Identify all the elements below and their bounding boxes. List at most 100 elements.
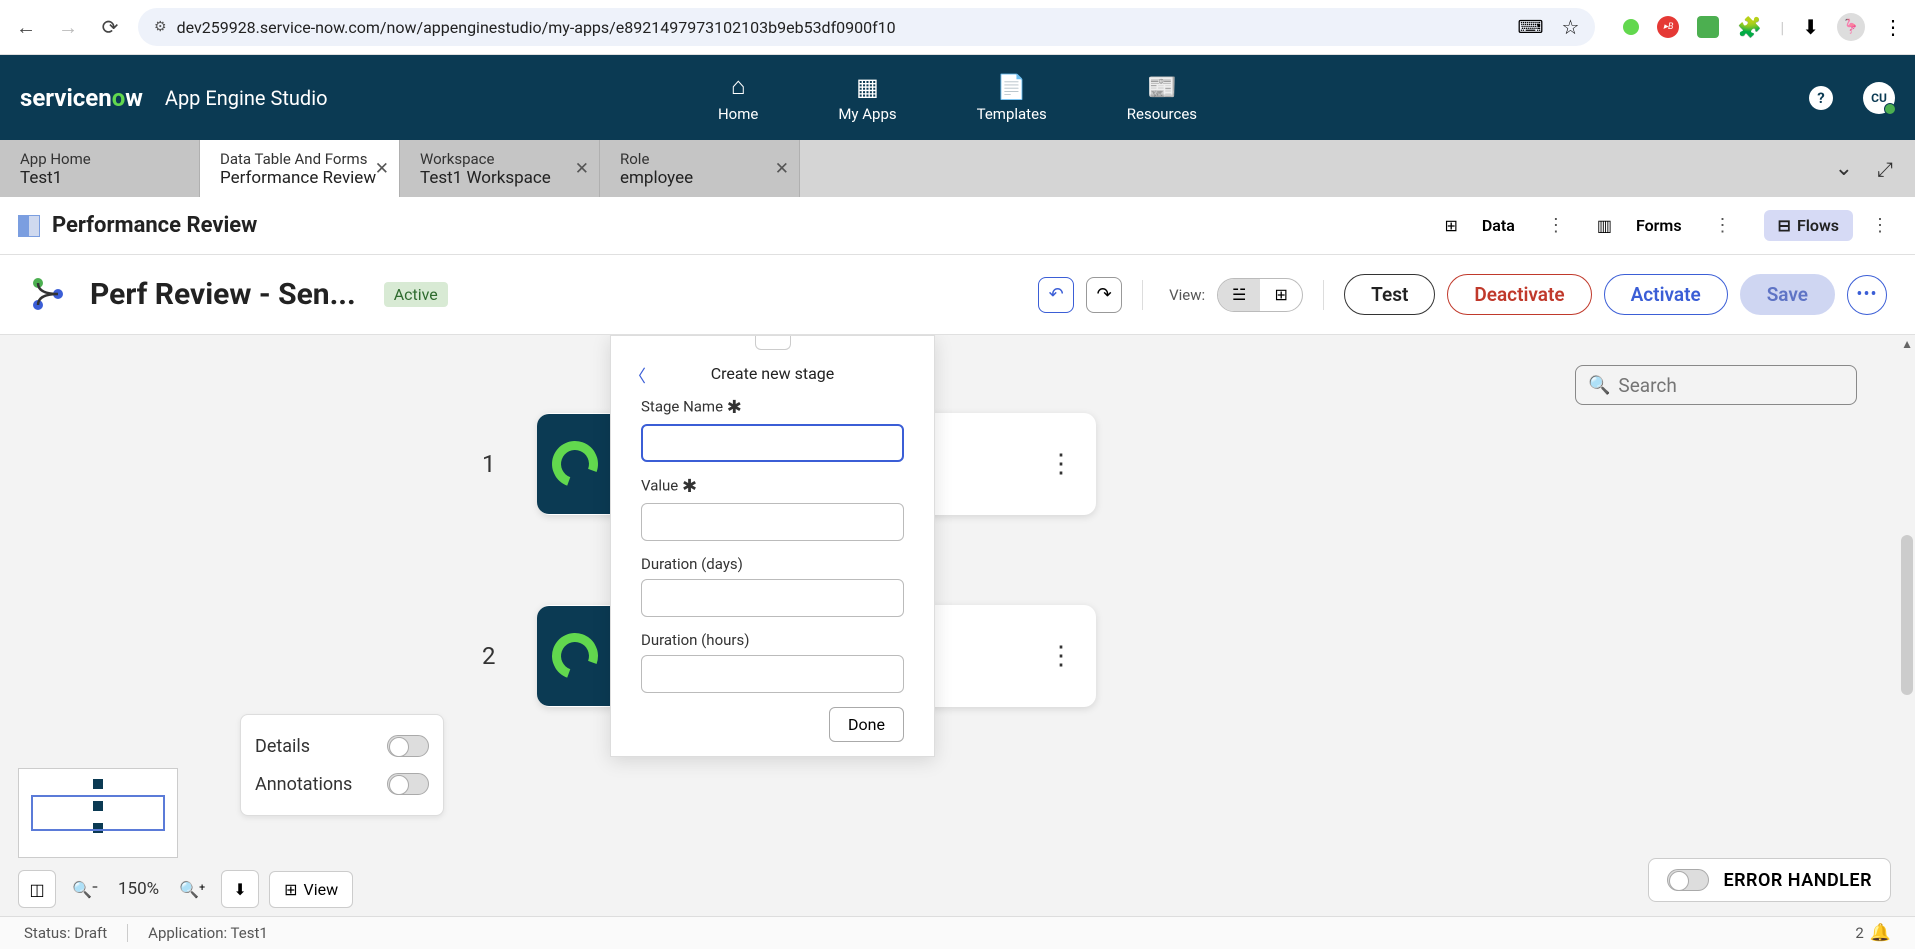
forward-button[interactable]: → xyxy=(54,13,82,41)
data-menu-icon[interactable]: ⋮ xyxy=(1539,215,1573,236)
stage-name-label: Stage Name ✱ xyxy=(641,397,904,418)
divider xyxy=(127,924,128,942)
close-icon[interactable]: ✕ xyxy=(775,159,789,179)
details-label: Details xyxy=(255,736,310,757)
url-text: dev259928.service-now.com/now/appengines… xyxy=(177,18,1508,37)
close-icon[interactable]: ✕ xyxy=(575,159,589,179)
error-handler-toggle[interactable]: ERROR HANDLER xyxy=(1648,858,1891,902)
extensions-menu-icon[interactable]: 🧩 xyxy=(1737,15,1762,39)
value-label: Value ✱ xyxy=(641,476,904,497)
view-label: View: xyxy=(1169,286,1205,304)
scroll-up-icon[interactable]: ▲ xyxy=(1901,337,1913,351)
step-icon xyxy=(537,606,612,706)
table-icon xyxy=(18,215,40,237)
forms-tab[interactable]: Forms xyxy=(1622,210,1696,241)
flows-icon: ⊟ xyxy=(1778,216,1791,235)
done-button[interactable]: Done xyxy=(829,707,904,742)
redo-button[interactable]: ↷ xyxy=(1086,277,1122,313)
view-toggle: ☱ ⊞ xyxy=(1217,278,1303,312)
nav-resources[interactable]: 📰 Resources xyxy=(1127,65,1197,131)
view-menu-button[interactable]: ⊞ View xyxy=(269,871,353,908)
status-bar: Status: Draft Application: Test1 2 🔔 xyxy=(0,916,1915,949)
back-button[interactable]: ← xyxy=(12,13,40,41)
duration-days-input[interactable] xyxy=(641,579,904,617)
nav-templates[interactable]: 📄 Templates xyxy=(977,65,1047,131)
extensions-area: ▸B 🧩 | ⬇ 🦩 ⋮ xyxy=(1609,13,1903,41)
profile-avatar[interactable]: 🦩 xyxy=(1837,13,1865,41)
application-text: Application: Test1 xyxy=(148,924,268,942)
activate-button[interactable]: Activate xyxy=(1604,274,1728,315)
forms-menu-icon[interactable]: ⋮ xyxy=(1706,215,1740,236)
tab-data-table-forms[interactable]: Data Table And Forms Performance Review … xyxy=(200,140,400,197)
test-button[interactable]: Test xyxy=(1344,274,1435,315)
user-avatar[interactable]: CU xyxy=(1863,82,1895,114)
error-handler-switch[interactable] xyxy=(1667,869,1709,891)
extension-icon-2[interactable]: ▸B xyxy=(1657,16,1679,38)
tree-view-button[interactable]: ☱ xyxy=(1218,279,1260,311)
diagram-view-button[interactable]: ⊞ xyxy=(1260,279,1302,311)
nav-myapps[interactable]: ▦ My Apps xyxy=(838,65,896,131)
site-info-icon[interactable]: ⚙ xyxy=(154,19,167,35)
nav-home[interactable]: ⌂ Home xyxy=(718,64,758,131)
divider: | xyxy=(1780,18,1784,37)
minimap[interactable] xyxy=(18,768,178,858)
address-bar[interactable]: ⚙ dev259928.service-now.com/now/appengin… xyxy=(138,8,1595,46)
deactivate-button[interactable]: Deactivate xyxy=(1447,274,1591,315)
templates-icon: 📄 xyxy=(997,73,1027,101)
extension-icon-3[interactable] xyxy=(1697,16,1719,38)
more-actions-button[interactable]: ••• xyxy=(1847,275,1887,315)
bookmark-star-icon[interactable]: ☆ xyxy=(1561,15,1579,39)
duration-hours-input[interactable] xyxy=(641,655,904,693)
help-icon[interactable]: ? xyxy=(1809,86,1833,110)
translate-icon[interactable]: ⌨ xyxy=(1518,17,1544,38)
flows-tab[interactable]: ⊟ Flows xyxy=(1764,210,1853,241)
scrollbar[interactable]: ▲ xyxy=(1899,335,1915,916)
card-menu-icon[interactable]: ⋮ xyxy=(1048,449,1074,479)
flow-icon xyxy=(28,275,68,315)
extension-icon-1[interactable] xyxy=(1623,19,1639,35)
zoom-out-button[interactable]: 🔍⁻ xyxy=(66,870,104,908)
reload-button[interactable]: ⟳ xyxy=(96,13,124,41)
card-menu-icon[interactable]: ⋮ xyxy=(1048,641,1074,671)
resources-icon: 📰 xyxy=(1147,73,1177,101)
scroll-thumb[interactable] xyxy=(1901,535,1913,695)
search-input[interactable] xyxy=(1618,374,1863,397)
duration-hours-label: Duration (hours) xyxy=(641,631,904,649)
annotations-toggle[interactable] xyxy=(387,773,429,795)
save-button[interactable]: Save xyxy=(1740,274,1835,315)
search-icon: 🔍 xyxy=(1588,375,1610,396)
chrome-menu-icon[interactable]: ⋮ xyxy=(1883,15,1903,39)
divider xyxy=(1142,280,1143,310)
fit-screen-button[interactable]: ◫ xyxy=(18,870,56,908)
tab-role[interactable]: Role employee ✕ xyxy=(600,140,800,197)
page-title: Performance Review xyxy=(52,213,257,238)
servicenow-logo[interactable]: servicenow xyxy=(20,84,143,112)
tab-workspace[interactable]: Workspace Test1 Workspace ✕ xyxy=(400,140,600,197)
status-badge: Active xyxy=(384,282,448,307)
view-options-panel: Details Annotations xyxy=(240,714,444,816)
search-box[interactable]: 🔍 xyxy=(1575,365,1857,405)
flows-menu-icon[interactable]: ⋮ xyxy=(1863,215,1897,236)
view-icon: ⊞ xyxy=(284,880,297,899)
expand-icon[interactable]: ⤢ xyxy=(1877,157,1893,181)
download-button[interactable]: ⬇ xyxy=(221,870,259,908)
bell-icon[interactable]: 🔔 xyxy=(1870,923,1891,943)
back-icon[interactable]: 〈 xyxy=(629,362,646,387)
browser-toolbar: ← → ⟳ ⚙ dev259928.service-now.com/now/ap… xyxy=(0,0,1915,55)
chevron-down-icon[interactable]: ⌄ xyxy=(1835,156,1853,181)
value-input[interactable] xyxy=(641,503,904,541)
details-toggle[interactable] xyxy=(387,735,429,757)
undo-button[interactable]: ↶ xyxy=(1038,277,1074,313)
data-tab[interactable]: Data xyxy=(1468,210,1529,241)
close-icon[interactable]: ✕ xyxy=(375,159,389,179)
step-icon xyxy=(537,414,612,514)
step-number: 2 xyxy=(482,642,496,670)
zoom-in-button[interactable]: 🔍⁺ xyxy=(173,870,211,908)
sub-header: Performance Review ⊞ Data ⋮ ▥ Forms ⋮ ⊟ … xyxy=(0,197,1915,255)
flow-canvas[interactable]: 1 ⋮ 2 ⋮ 〈 Create new stage Stage Name ✱ … xyxy=(0,335,1915,916)
flow-title: Perf Review - Sen... xyxy=(90,277,356,312)
tab-app-home[interactable]: App Home Test1 xyxy=(0,140,200,197)
download-icon[interactable]: ⬇ xyxy=(1802,15,1819,39)
step-number: 1 xyxy=(482,450,496,478)
stage-name-input[interactable] xyxy=(641,424,904,462)
